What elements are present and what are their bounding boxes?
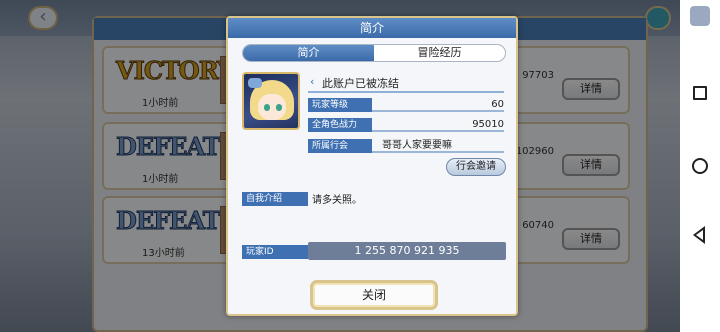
player-name: 此账户已被冻结 bbox=[322, 77, 399, 90]
self-intro-label: 自我介绍 bbox=[242, 192, 308, 206]
close-button[interactable]: 关闭 bbox=[310, 280, 438, 310]
total-power-value: 95010 bbox=[472, 119, 504, 130]
notification-avatar-icon[interactable] bbox=[690, 6, 710, 26]
recents-icon[interactable] bbox=[693, 86, 707, 100]
player-name-row: ‹ 此账户已被冻结 bbox=[308, 73, 504, 93]
total-power-label: 全角色战力 bbox=[308, 118, 372, 132]
back-icon[interactable] bbox=[693, 226, 705, 244]
total-power-field: 全角色战力 95010 bbox=[308, 118, 504, 132]
player-level-label: 玩家等级 bbox=[308, 98, 372, 112]
tab-adventure[interactable]: 冒险经历 bbox=[374, 45, 505, 61]
guild-name: 哥哥人家要要嘛 bbox=[382, 140, 452, 151]
player-level-value: 60 bbox=[491, 99, 504, 110]
dialog-title: 简介 bbox=[228, 18, 516, 38]
profile-dialog: 简介 简介 冒险经历 ‹ 此账户已被冻结 玩家等级 60 全角色战力 95010 bbox=[226, 16, 518, 316]
profile-tabs: 简介 冒险经历 bbox=[242, 44, 506, 62]
player-level-field: 玩家等级 60 bbox=[308, 98, 504, 112]
game-screen: ‹ VICTORY 1小时前 97703 详情 DEFEAT 1小时前 1029… bbox=[0, 0, 680, 332]
self-intro-text: 请多关照。 bbox=[312, 195, 362, 206]
player-id-value: 1 255 870 921 935 bbox=[308, 242, 506, 260]
player-id-label: 玩家ID bbox=[242, 245, 308, 259]
player-avatar bbox=[242, 72, 300, 130]
android-nav-bar bbox=[680, 0, 720, 332]
home-icon[interactable] bbox=[692, 158, 708, 174]
guild-field: 所属行会 哥哥人家要要嘛 bbox=[308, 139, 504, 153]
tab-profile[interactable]: 简介 bbox=[243, 45, 374, 61]
chevron-right-icon: ‹ bbox=[310, 75, 315, 88]
guild-invite-button[interactable]: 行会邀请 bbox=[446, 158, 506, 176]
guild-label: 所属行会 bbox=[308, 139, 372, 153]
